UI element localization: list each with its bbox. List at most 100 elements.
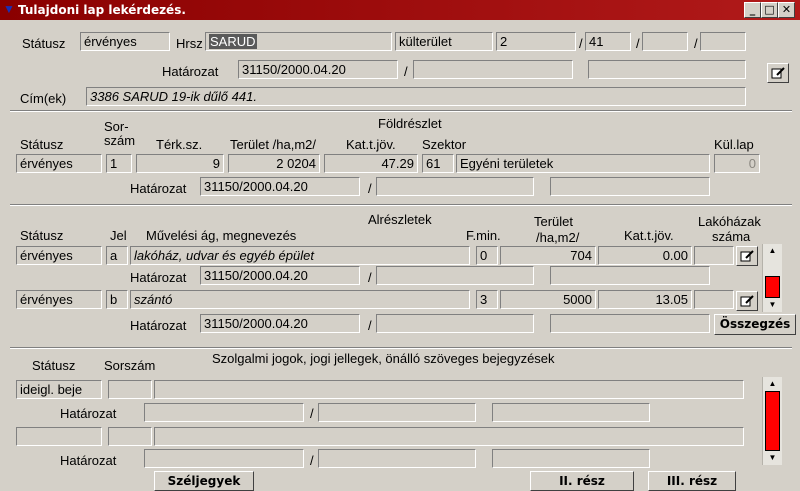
szolg-row1-hatarozat-extra[interactable] [318, 403, 476, 422]
szolg-row2-sorszam[interactable] [108, 427, 152, 446]
szolg-row1-sorszam[interactable] [108, 380, 152, 399]
alr-col-lakohaz2: száma [712, 229, 751, 244]
scroll-up-icon[interactable]: ▲ [763, 244, 782, 258]
szolg-row2-text[interactable] [154, 427, 744, 446]
separator-3 [10, 347, 792, 349]
alr-row-b-katjov[interactable]: 13.05 [598, 290, 692, 309]
hatarozat-field[interactable]: 31150/2000.04.20 [238, 60, 398, 79]
fold-sorszam-field[interactable]: 1 [106, 154, 132, 173]
alr-row-a-hatarozat-extra2[interactable] [550, 266, 710, 285]
app-icon: ▼ [3, 2, 15, 16]
szolg-row2-hatarozat-label: Határozat [60, 453, 117, 468]
alr-row-b-terulet[interactable]: 5000 [500, 290, 596, 309]
alr-col-fmin: F.min. [466, 228, 501, 243]
fold-terksz-field[interactable]: 9 [136, 154, 224, 173]
alr-row-b-megnevezes[interactable]: szántó [130, 290, 470, 309]
fold-col-statusz: Státusz [20, 137, 64, 152]
alr-row-a-edit-button[interactable] [736, 246, 758, 266]
fold-hatarozat-field[interactable]: 31150/2000.04.20 [200, 177, 360, 196]
hrsz-num1-field[interactable]: 2 [496, 32, 576, 51]
foldreszlet-title: Földrészlet [378, 116, 442, 131]
alr-row-a-hatarozat-label: Határozat [130, 270, 187, 285]
alr-row-b-hatarozat-field[interactable]: 31150/2000.04.20 [200, 314, 360, 333]
szolg-row2-hatarozat-field[interactable] [144, 449, 304, 468]
alr-row-b-hatarozat-label: Határozat [130, 318, 187, 333]
fold-szektor-kod-field[interactable]: 61 [422, 154, 454, 173]
close-button[interactable]: ✕ [778, 2, 795, 18]
maximize-button[interactable]: □ [761, 2, 778, 18]
hatarozat-extra-field[interactable] [413, 60, 573, 79]
szeljegyek-button[interactable]: Széljegyek [154, 471, 254, 491]
fold-col-terulet: Terület /ha,m2/ [230, 137, 316, 152]
terulet-tipus-field[interactable]: külterület [395, 32, 493, 51]
hrsz-num3-field[interactable] [642, 32, 688, 51]
edit-pencil-icon [740, 295, 754, 307]
hrsz-num2-field[interactable]: 41 [585, 32, 631, 51]
fold-col-terksz: Térk.sz. [156, 137, 203, 152]
osszegzes-button[interactable]: Összegzés [714, 314, 796, 335]
cim-label: Cím(ek) [20, 91, 67, 106]
hrsz-slash-1: / [579, 36, 583, 51]
hrsz-selected-text: SARUD [209, 34, 257, 49]
fold-col-sorszam2: szám [104, 133, 136, 148]
alr-row-a-megnevezes[interactable]: lakóház, udvar és egyéb épület [130, 246, 470, 265]
szolg-col-sorszam: Sorszám [104, 358, 156, 373]
edit-pencil-icon [740, 250, 754, 262]
szolg-row1-hatarozat-slash: / [310, 406, 314, 421]
fold-szektor-nev-field[interactable]: Egyéni területek [456, 154, 710, 173]
alr-row-a-fmin[interactable]: 0 [476, 246, 498, 265]
header-edit-button[interactable] [767, 63, 789, 83]
alr-row-b-edit-button[interactable] [736, 291, 758, 311]
szolg-row1-statusz[interactable]: ideigl. beje [16, 380, 102, 399]
fold-hatarozat-extra2-field[interactable] [550, 177, 710, 196]
scroll-down-icon[interactable]: ▼ [763, 451, 782, 465]
fold-kullap-field[interactable]: 0 [714, 154, 760, 173]
alr-row-b-fmin[interactable]: 3 [476, 290, 498, 309]
alr-row-a-hatarozat-field[interactable]: 31150/2000.04.20 [200, 266, 360, 285]
alreszletek-scrollbar[interactable]: ▲ ▼ [762, 244, 782, 312]
alr-row-b-hatarozat-extra[interactable] [376, 314, 534, 333]
fold-col-kullap: Kül.lap [714, 137, 754, 152]
szolg-row1-text[interactable] [154, 380, 744, 399]
hrsz-num4-field[interactable] [700, 32, 746, 51]
alr-row-a-statusz[interactable]: érvényes [16, 246, 102, 265]
alr-row-b-lakohaz[interactable] [694, 290, 734, 309]
alr-row-a-hatarozat-extra[interactable] [376, 266, 534, 285]
separator-1 [10, 110, 792, 112]
szolg-row2-statusz[interactable] [16, 427, 102, 446]
hrsz-slash-2: / [636, 36, 640, 51]
alr-row-b-hatarozat-extra2[interactable] [550, 314, 710, 333]
szolg-col-statusz: Státusz [32, 358, 76, 373]
alr-row-a-terulet[interactable]: 704 [500, 246, 596, 265]
alr-row-a-katjov[interactable]: 0.00 [598, 246, 692, 265]
szolg-row1-hatarozat-label: Határozat [60, 406, 117, 421]
fold-hatarozat-label: Határozat [130, 181, 187, 196]
szolg-row1-hatarozat-field[interactable] [144, 403, 304, 422]
szolg-row1-hatarozat-extra2[interactable] [492, 403, 650, 422]
szolg-row2-hatarozat-extra2[interactable] [492, 449, 650, 468]
fold-statusz-field[interactable]: érvényes [16, 154, 102, 173]
alreszletek-title: Alrészletek [368, 212, 432, 227]
alr-row-a-lakohaz[interactable] [694, 246, 734, 265]
fold-terulet-field[interactable]: 2 0204 [228, 154, 320, 173]
scroll-thumb[interactable] [765, 391, 780, 451]
fold-col-sorszam1: Sor- [104, 119, 129, 134]
scroll-thumb[interactable] [765, 276, 780, 298]
minimize-button[interactable]: _ [744, 2, 761, 18]
fold-hatarozat-extra-field[interactable] [376, 177, 534, 196]
hatarozat-extra2-field[interactable] [588, 60, 746, 79]
alr-row-a-jel[interactable]: a [106, 246, 128, 265]
hrsz-field[interactable]: SARUD [205, 32, 392, 51]
alr-row-b-jel[interactable]: b [106, 290, 128, 309]
ii-resz-button[interactable]: II. rész [530, 471, 634, 491]
scroll-up-icon[interactable]: ▲ [763, 377, 782, 391]
szolgalmi-scrollbar[interactable]: ▲ ▼ [762, 377, 782, 465]
fold-katjov-field[interactable]: 47.29 [324, 154, 418, 173]
fold-hatarozat-slash: / [368, 181, 372, 196]
szolg-row2-hatarozat-extra[interactable] [318, 449, 476, 468]
statusz-field[interactable]: érvényes [80, 32, 170, 51]
alr-row-b-statusz[interactable]: érvényes [16, 290, 102, 309]
scroll-down-icon[interactable]: ▼ [763, 298, 782, 312]
cim-field[interactable]: 3386 SARUD 19-ik dűlő 441. [86, 87, 746, 106]
iii-resz-button[interactable]: III. rész [648, 471, 736, 491]
